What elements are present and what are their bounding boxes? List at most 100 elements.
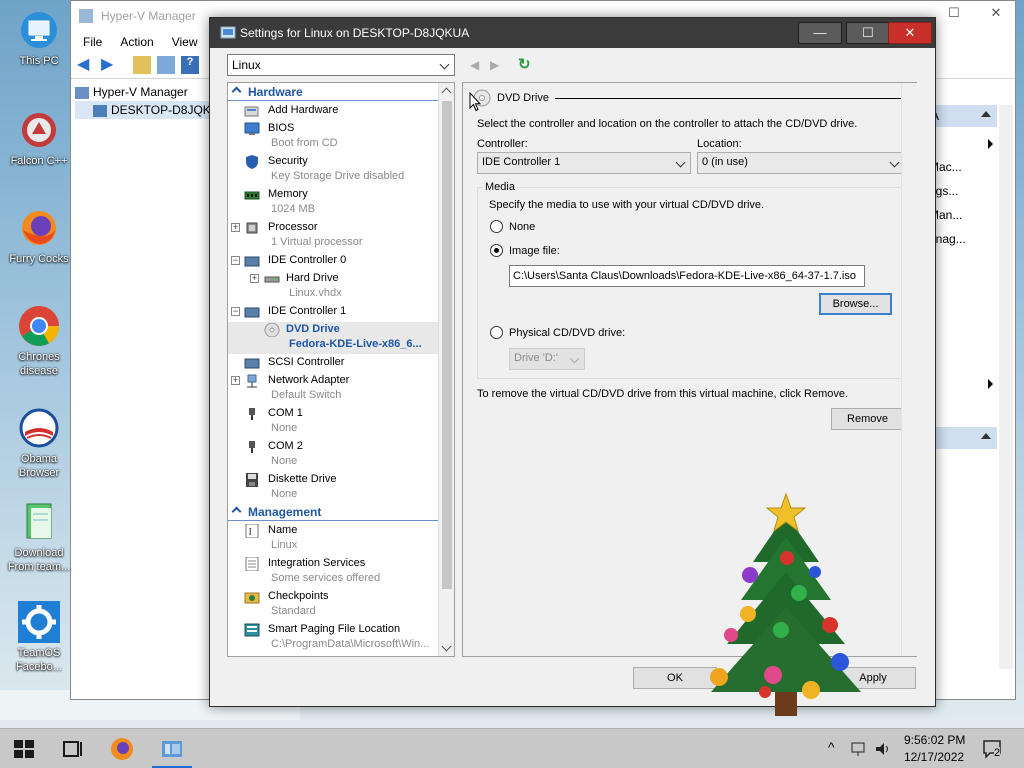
- media-label: Media: [483, 181, 517, 193]
- desktop-icon-label: TeamOS Facebo...: [16, 647, 62, 673]
- folder-up-icon[interactable]: [133, 56, 151, 74]
- scroll-down-icon[interactable]: [441, 641, 452, 652]
- clock-time[interactable]: 9:56:02 PM: [904, 733, 965, 747]
- dialog-title: Settings for Linux on DESKTOP-D8JQKUA: [240, 26, 470, 40]
- previous-arrow-icon[interactable]: ◀: [470, 58, 479, 72]
- tree-item-root[interactable]: Hyper-V Manager: [75, 83, 209, 101]
- close-button[interactable]: ✕: [981, 5, 1011, 27]
- list-item-bios[interactable]: BIOS Boot from CD: [228, 121, 438, 153]
- list-item-com2[interactable]: COM 2 None: [228, 439, 438, 471]
- list-item-network-adapter[interactable]: + Network Adapter Default Switch: [228, 373, 438, 405]
- task-view-icon[interactable]: [60, 737, 84, 761]
- back-arrow-icon[interactable]: ◀: [77, 56, 95, 74]
- maximize-button[interactable]: ☐: [846, 22, 890, 44]
- expand-icon[interactable]: +: [231, 223, 240, 232]
- next-arrow-icon[interactable]: ▶: [490, 58, 499, 72]
- list-item-name[interactable]: I Name Linux: [228, 523, 438, 555]
- forward-arrow-icon[interactable]: ▶: [101, 56, 119, 74]
- desktop-icon-falcon[interactable]: Falcon C++: [4, 108, 74, 168]
- hyperv-manager-taskbar-icon[interactable]: [160, 737, 184, 761]
- list-item-com1[interactable]: COM 1 None: [228, 406, 438, 438]
- desktop-icon-this-pc[interactable]: This PC: [4, 8, 74, 68]
- menu-view[interactable]: View: [172, 35, 198, 49]
- list-item-hard-drive[interactable]: + Hard Drive Linux.vhdx: [228, 271, 438, 303]
- radio-image-file[interactable]: [490, 244, 503, 257]
- action-item[interactable]: [929, 275, 997, 299]
- controller-dropdown[interactable]: IDE Controller 1: [477, 152, 691, 174]
- hyperv-scrollbar[interactable]: [999, 105, 1013, 669]
- radio-none[interactable]: [490, 220, 503, 233]
- desktop-icon-teamos[interactable]: TeamOS Facebo...: [4, 600, 74, 674]
- management-section-header[interactable]: Management: [228, 505, 438, 521]
- collapse-icon[interactable]: [981, 111, 991, 117]
- desktop-icon-label: Furry Cocks: [9, 253, 69, 265]
- desktop-icon-download[interactable]: Download From team...: [4, 500, 74, 574]
- clock-date[interactable]: 12/17/2022: [904, 750, 964, 764]
- collapse-icon[interactable]: −: [231, 307, 240, 316]
- desktop-icon-label: Download From team...: [7, 547, 71, 573]
- menu-file[interactable]: File: [83, 35, 102, 49]
- notification-center[interactable]: 2: [982, 739, 1004, 759]
- desktop-icon-chrome[interactable]: Chrones disease: [4, 304, 74, 378]
- tree-item-host[interactable]: DESKTOP-D8JQKU: [75, 101, 209, 119]
- radio-physical-drive[interactable]: [490, 326, 503, 339]
- show-hide-tree-icon[interactable]: [157, 56, 175, 74]
- close-button[interactable]: ✕: [888, 22, 932, 44]
- minimize-button[interactable]: —: [798, 22, 842, 44]
- collapse-icon[interactable]: −: [231, 256, 240, 265]
- volume-icon[interactable]: [874, 741, 892, 757]
- action-item[interactable]: Man...: [929, 203, 997, 227]
- hardware-list-scrollbar[interactable]: [438, 83, 454, 656]
- list-item-processor[interactable]: + Processor 1 Virtual processor: [228, 220, 438, 252]
- network-adapter-icon: [247, 374, 257, 388]
- list-item-checkpoints[interactable]: Checkpoints Standard: [228, 589, 438, 621]
- location-dropdown[interactable]: 0 (in use): [697, 152, 905, 174]
- windows-start-icon[interactable]: [12, 737, 36, 761]
- scroll-thumb[interactable]: [442, 101, 452, 589]
- remove-button[interactable]: Remove: [831, 408, 904, 430]
- refresh-icon[interactable]: ↻: [518, 55, 531, 73]
- desktop-icon-obama-browser[interactable]: Obama Browser: [4, 406, 74, 480]
- bios-icon: [244, 122, 260, 135]
- action-item[interactable]: [929, 251, 997, 275]
- action-item[interactable]: Mac...: [929, 155, 997, 179]
- physical-drive-dropdown[interactable]: Drive 'D:': [509, 348, 585, 370]
- maximize-button[interactable]: ☐: [939, 5, 969, 27]
- checkpoint-icon: [244, 592, 260, 604]
- scroll-up-icon[interactable]: [441, 87, 452, 98]
- list-item-ide-controller-0[interactable]: − IDE Controller 0: [228, 253, 438, 271]
- action-item[interactable]: [929, 131, 997, 155]
- list-item-scsi-controller[interactable]: SCSI Controller: [228, 355, 438, 373]
- expand-icon[interactable]: +: [250, 274, 259, 283]
- list-item-ide-controller-1[interactable]: − IDE Controller 1: [228, 304, 438, 322]
- browse-button[interactable]: Browse...: [819, 293, 892, 315]
- panel-scrollbar[interactable]: [901, 83, 917, 656]
- show-hidden-icons-chevron-icon[interactable]: ^: [828, 739, 835, 755]
- network-icon[interactable]: [850, 741, 868, 757]
- action-item[interactable]: [929, 299, 997, 323]
- collapse-icon[interactable]: [981, 433, 991, 439]
- action-item[interactable]: r: [929, 323, 997, 347]
- menu-action[interactable]: Action: [120, 35, 153, 49]
- location-label: Location:: [697, 138, 742, 150]
- list-item-integration-services[interactable]: Integration Services Some services offer…: [228, 556, 438, 588]
- desktop-icon-firefox[interactable]: Furry Cocks: [4, 206, 74, 266]
- list-item-diskette-drive[interactable]: Diskette Drive None: [228, 472, 438, 504]
- firefox-taskbar-icon[interactable]: [110, 737, 134, 761]
- action-item[interactable]: anag...: [929, 227, 997, 251]
- action-item[interactable]: [929, 371, 997, 395]
- list-item-dvd-drive[interactable]: DVD Drive Fedora-KDE-Live-x86_6...: [228, 322, 438, 354]
- list-item-add-hardware[interactable]: Add Hardware: [228, 103, 438, 121]
- list-item-security[interactable]: Security Key Storage Drive disabled: [228, 154, 438, 186]
- expand-icon[interactable]: +: [231, 376, 240, 385]
- com-port-icon: [249, 441, 255, 453]
- action-item[interactable]: ngs...: [929, 179, 997, 203]
- list-item-memory[interactable]: Memory 1024 MB: [228, 187, 438, 219]
- action-item[interactable]: [929, 347, 997, 371]
- hardware-section-header[interactable]: Hardware: [228, 85, 438, 101]
- help-icon[interactable]: ?: [181, 56, 199, 74]
- image-path-field[interactable]: C:\Users\Santa Claus\Downloads\Fedora-KD…: [509, 265, 865, 287]
- list-item-smart-paging[interactable]: Smart Paging File Location C:\ProgramDat…: [228, 622, 438, 656]
- action-item[interactable]: [929, 395, 997, 419]
- vm-selector[interactable]: Linux: [227, 54, 455, 76]
